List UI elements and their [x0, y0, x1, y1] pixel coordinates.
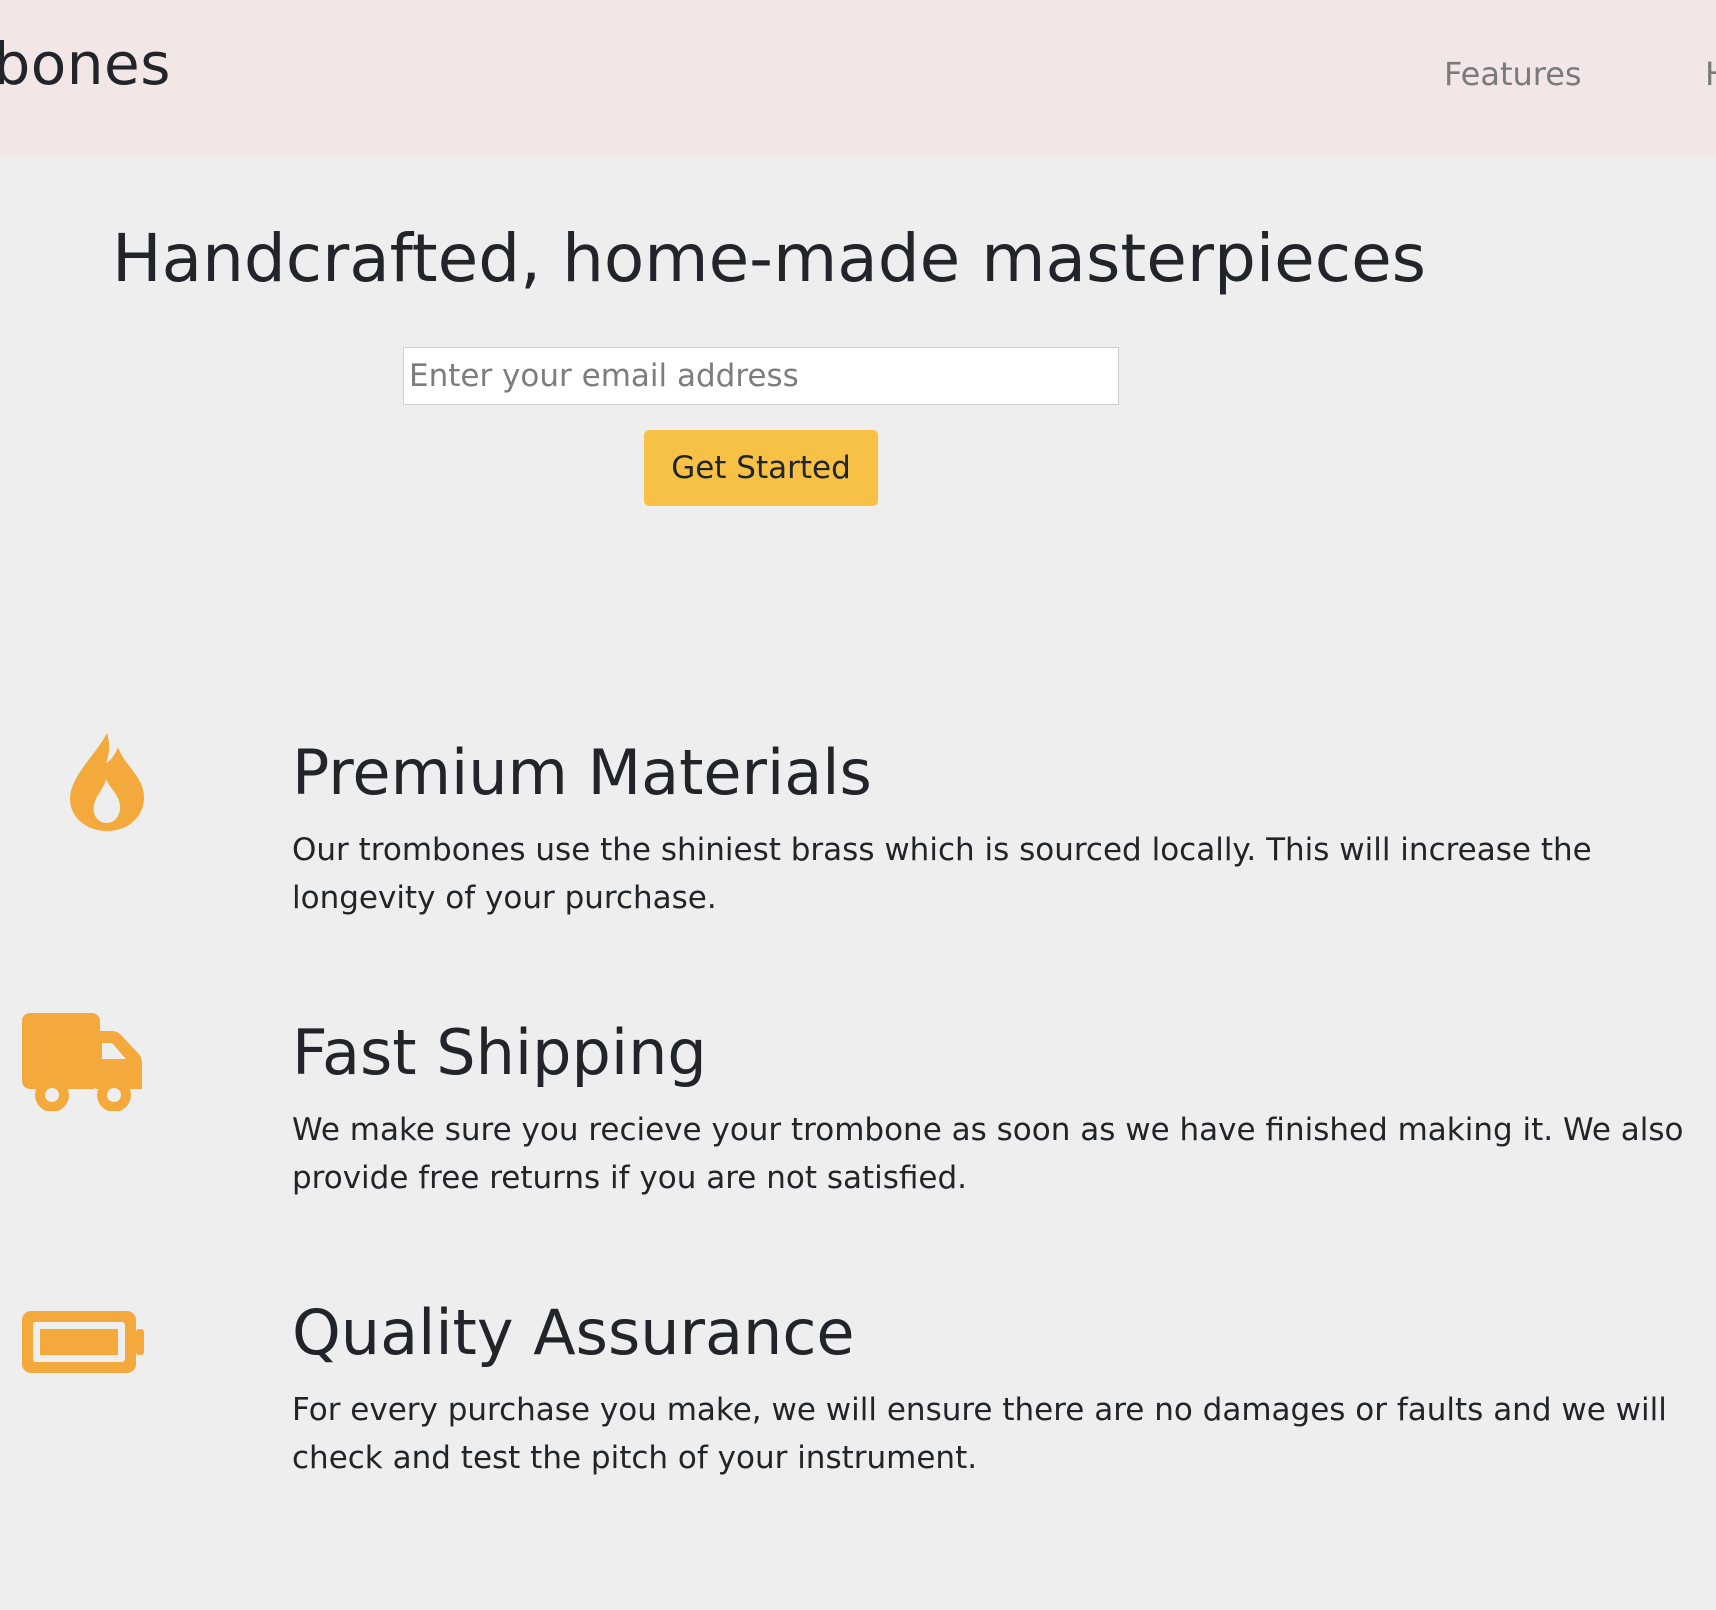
feature-text: Our trombones use the shiniest brass whi… [292, 832, 1592, 916]
header: Trombones Features How It Works [0, 0, 1716, 157]
feature-text: For every purchase you make, we will ens… [292, 1392, 1667, 1476]
feature-title: Premium Materials [292, 736, 872, 809]
get-started-button[interactable]: Get Started [644, 430, 878, 506]
fire-icon [70, 733, 144, 831]
nav-link-features[interactable]: Features [1444, 55, 1582, 93]
truck-icon [22, 1013, 142, 1111]
feature-title: Fast Shipping [292, 1016, 707, 1089]
battery-icon [22, 1311, 144, 1373]
feature-text: We make sure you recieve your trombone a… [292, 1112, 1684, 1196]
nav-link-how-it-works[interactable]: How It Works [1705, 55, 1716, 93]
feature-title: Quality Assurance [292, 1296, 855, 1369]
brand-logo[interactable]: Trombones [0, 30, 171, 98]
email-input[interactable] [403, 347, 1119, 405]
hero-title: Handcrafted, home-made masterpieces [112, 220, 1427, 297]
